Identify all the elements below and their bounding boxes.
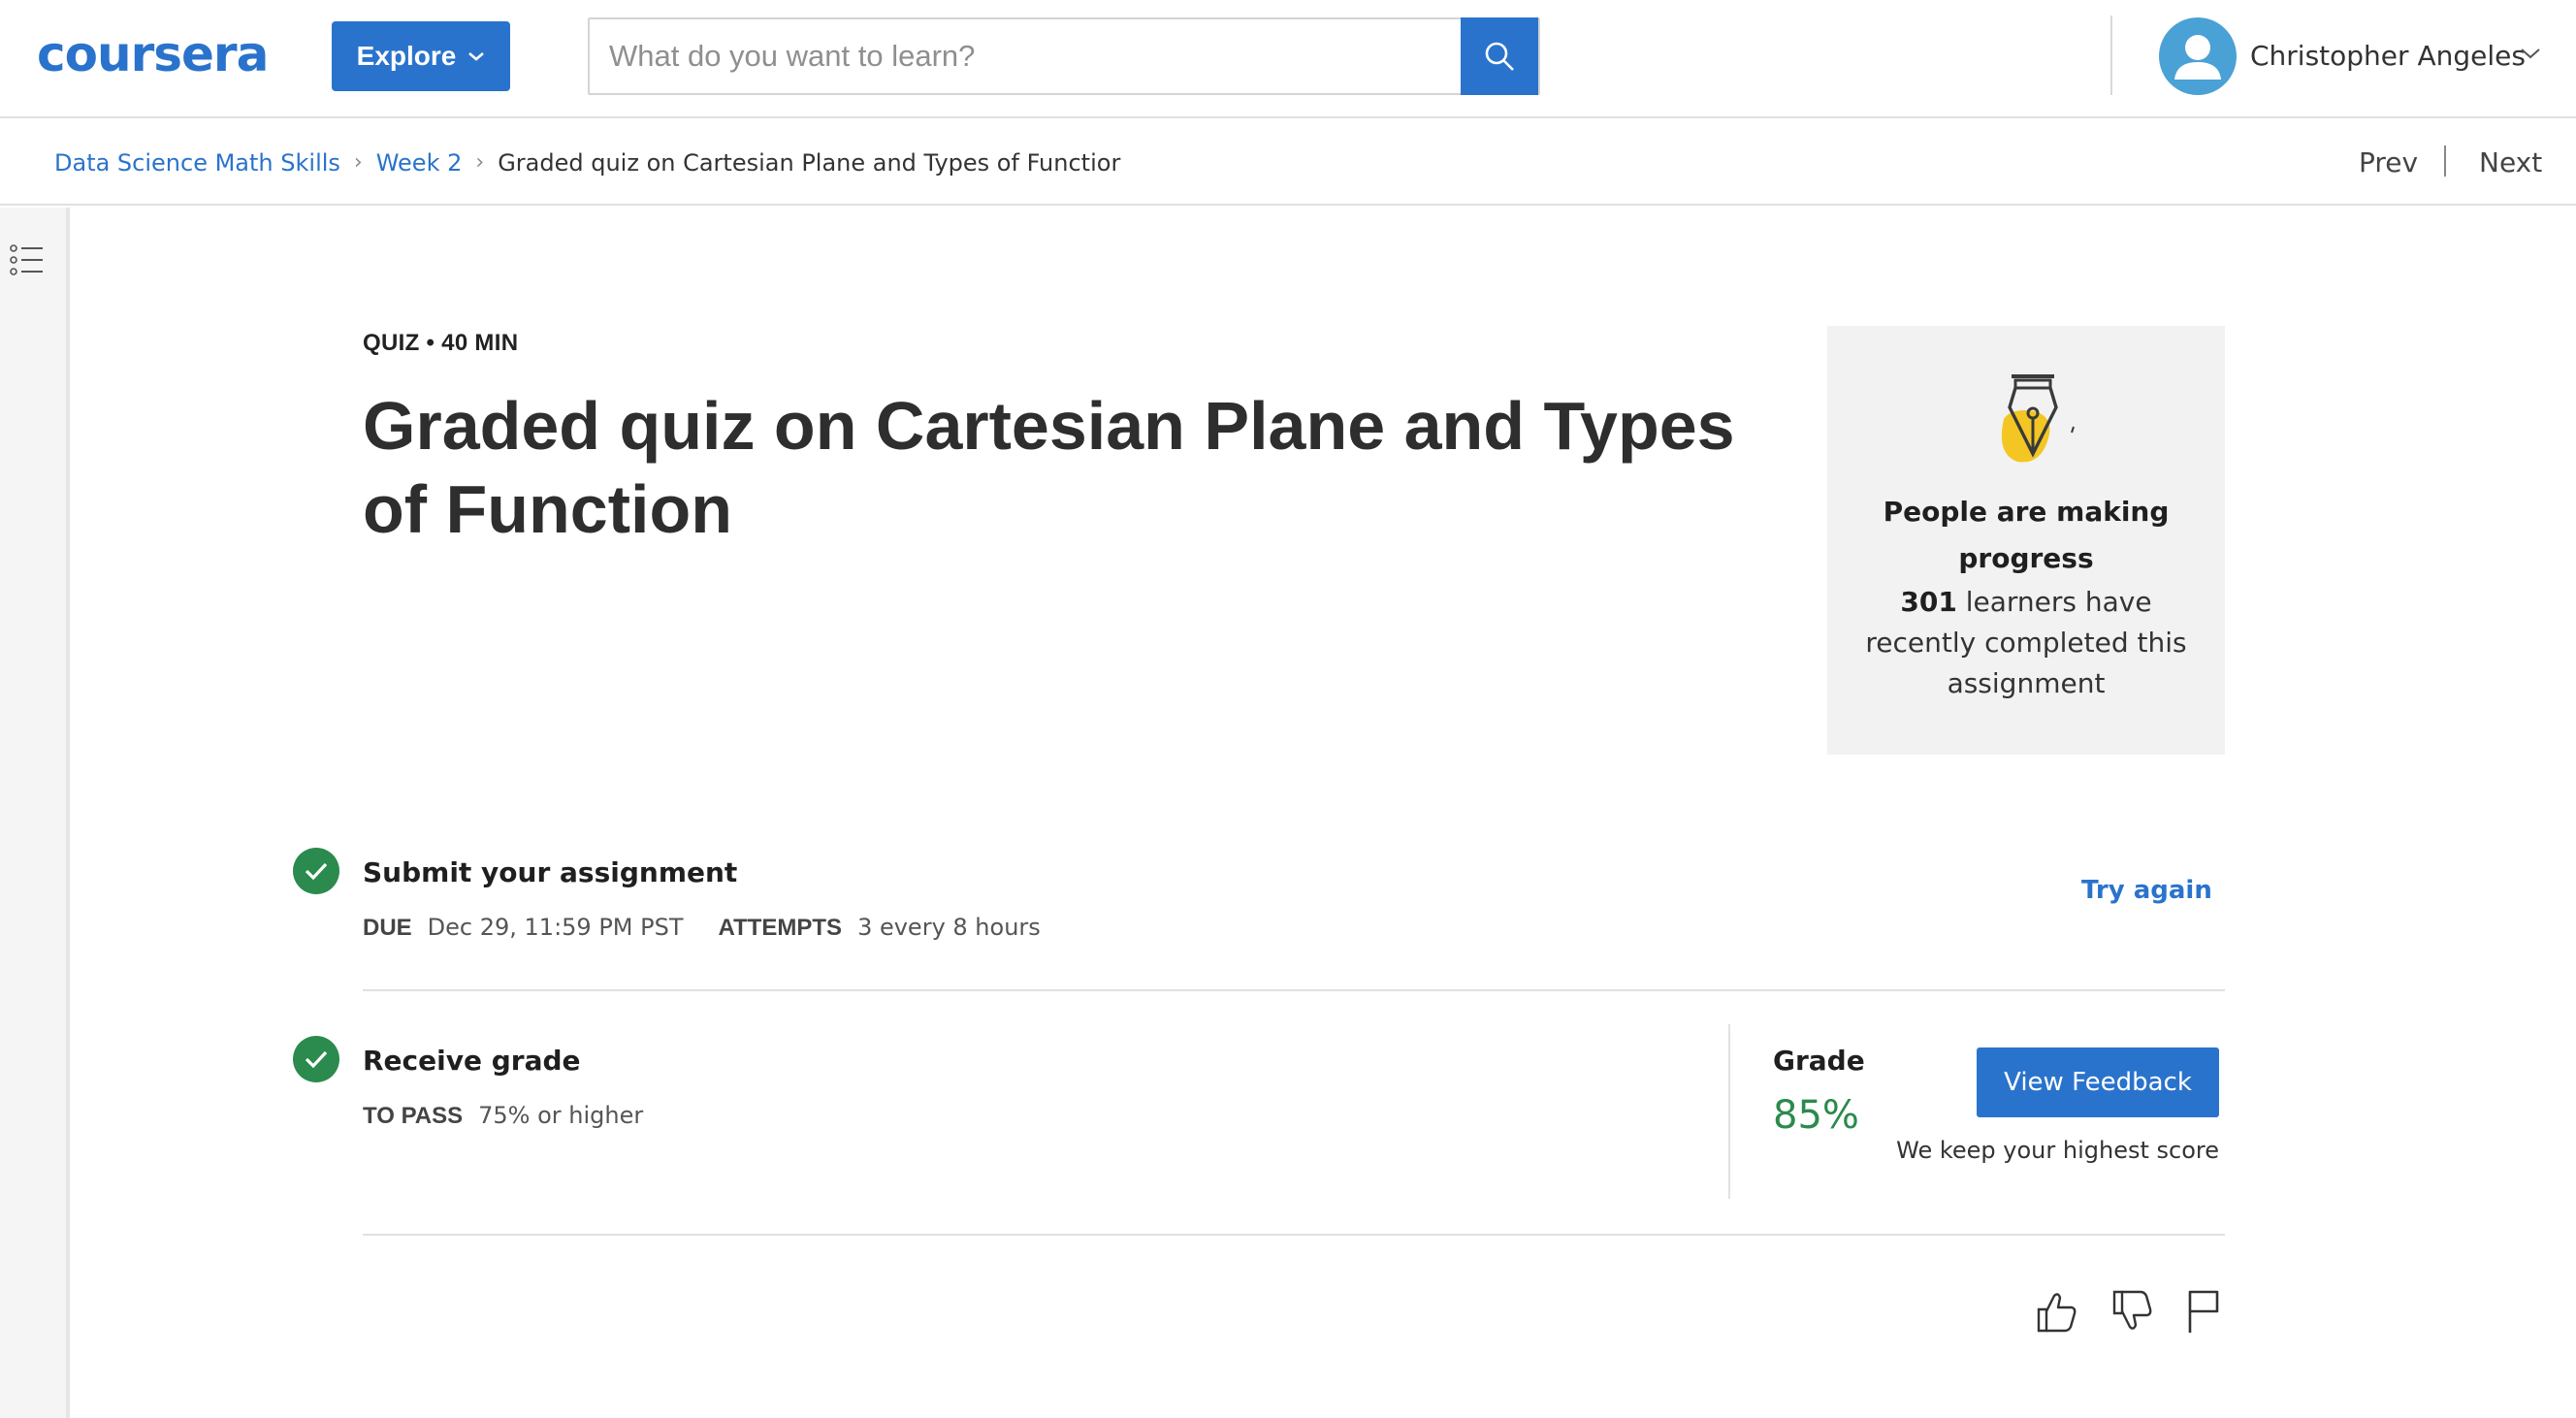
section-divider xyxy=(363,1234,2225,1236)
attempts-label: ATTEMPTS xyxy=(718,915,843,941)
header-divider xyxy=(2110,16,2112,95)
chevron-down-icon xyxy=(468,52,485,61)
chevron-right-icon: › xyxy=(353,150,363,175)
nav-divider xyxy=(2444,145,2446,177)
grade-step-title: Receive grade xyxy=(363,1045,581,1077)
chevron-right-icon: › xyxy=(475,150,485,175)
search-icon xyxy=(1485,42,1514,71)
due-value: Dec 29, 11:59 PM PST xyxy=(427,914,684,941)
explore-button[interactable]: Explore xyxy=(332,21,510,91)
avatar[interactable] xyxy=(2159,17,2237,95)
try-again-link[interactable]: Try again xyxy=(2081,873,2212,908)
top-header: coursera Explore Christopher Angeles xyxy=(0,0,2576,118)
progress-card: People are making progress 301 learners … xyxy=(1827,326,2225,755)
next-link[interactable]: Next xyxy=(2479,145,2542,180)
list-outline-icon[interactable] xyxy=(8,241,47,279)
check-icon xyxy=(305,862,328,881)
breadcrumb-course[interactable]: Data Science Math Skills xyxy=(54,147,340,178)
pen-nib-icon xyxy=(2001,374,2075,463)
to-pass-value: 75% or higher xyxy=(478,1102,644,1129)
user-avatar-icon xyxy=(2174,35,2221,80)
grade-step-meta: TO PASS 75% or higher xyxy=(363,1100,678,1132)
grade-check-icon xyxy=(293,1036,339,1082)
user-name[interactable]: Christopher Angeles xyxy=(2250,37,2526,76)
grade-label: Grade xyxy=(1773,1045,1865,1077)
progress-heading: People are making progress xyxy=(1883,496,2170,574)
search-field xyxy=(588,17,1540,95)
view-feedback-button[interactable]: View Feedback xyxy=(1977,1047,2219,1117)
submit-step-meta: DUE Dec 29, 11:59 PM PST ATTEMPTS 3 ever… xyxy=(363,912,1076,944)
search-button[interactable] xyxy=(1461,17,1538,95)
page-title: Graded quiz on Cartesian Plane and Types… xyxy=(363,388,1735,547)
breadcrumb-current: Graded quiz on Cartesian Plane and Types… xyxy=(498,149,1121,177)
to-pass-label: TO PASS xyxy=(363,1103,464,1129)
due-label: DUE xyxy=(363,915,412,941)
prev-link[interactable]: Prev xyxy=(2359,145,2418,180)
breadcrumb-bar: Data Science Math Skills › Week 2 › Grad… xyxy=(0,118,2576,206)
thumbs-down-icon[interactable] xyxy=(2109,1286,2155,1337)
grade-value: 85% xyxy=(1773,1093,1859,1138)
quiz-meta: QUIZ • 40 MIN xyxy=(363,330,519,356)
course-outline-rail xyxy=(0,208,70,1418)
grade-divider xyxy=(1728,1024,1730,1199)
search-input[interactable] xyxy=(590,19,1538,93)
flag-icon[interactable] xyxy=(2182,1286,2229,1337)
section-divider xyxy=(363,989,2225,991)
explore-label: Explore xyxy=(356,41,457,71)
submit-step-title: Submit your assignment xyxy=(363,856,738,888)
submit-check-icon xyxy=(293,848,339,894)
highest-score-note: We keep your highest score xyxy=(1896,1137,2219,1164)
progress-text: 301 learners have recently completed thi… xyxy=(1847,582,2206,704)
attempts-value: 3 every 8 hours xyxy=(857,914,1041,941)
coursera-logo[interactable]: coursera xyxy=(37,27,269,81)
breadcrumb-week[interactable]: Week 2 xyxy=(376,147,463,178)
chevron-down-icon[interactable] xyxy=(2520,47,2541,60)
breadcrumb: Data Science Math Skills › Week 2 › Grad… xyxy=(54,147,1120,178)
learner-count: 301 xyxy=(1900,586,1957,618)
check-icon xyxy=(305,1050,328,1069)
thumbs-up-icon[interactable] xyxy=(2033,1286,2079,1337)
